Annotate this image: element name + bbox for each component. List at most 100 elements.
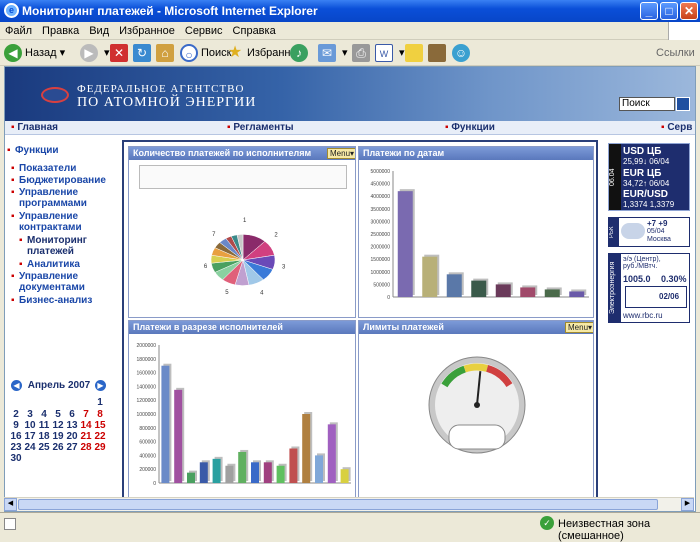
scroll-right-icon[interactable]: ▶ xyxy=(681,498,694,511)
back-button[interactable]: ◀ Назад ▾ xyxy=(4,43,65,63)
scroll-thumb[interactable] xyxy=(18,499,658,510)
rbc-widgets: 06.04 USD ЦБ 25,99↓ 06/04 EUR ЦБ 34,72↑ … xyxy=(608,143,694,509)
pie-label: 1 xyxy=(243,218,247,224)
web-page: ФЕДЕРАЛЬНОЕ АГЕНТСТВО ПО АТОМНОЙ ЭНЕРГИИ… xyxy=(4,66,696,512)
calendar-day[interactable]: 25 xyxy=(37,442,51,453)
horizontal-scrollbar[interactable]: ◀ ▶ xyxy=(4,497,694,511)
research-button[interactable] xyxy=(428,43,449,63)
panel-menu-button[interactable]: Menu▾ xyxy=(565,322,593,333)
calendar-day[interactable]: 26 xyxy=(51,442,65,453)
calendar-day[interactable]: 5 xyxy=(51,409,65,420)
sidebar-item-budgeting[interactable]: Бюджетирование xyxy=(11,175,106,186)
calendar-day[interactable]: 8 xyxy=(93,409,107,420)
calendar-day[interactable]: 29 xyxy=(93,442,107,453)
pie-chart: 1 2 3 4 5 6 7 xyxy=(204,218,286,296)
nav-services[interactable]: Серв xyxy=(661,122,692,133)
menu-tools[interactable]: Сервис xyxy=(180,22,228,37)
calendar-day[interactable]: 27 xyxy=(65,442,79,453)
calendar-day[interactable]: 14 xyxy=(79,420,93,431)
mail-button[interactable]: ✉ ▾ xyxy=(318,43,348,63)
menu-help[interactable]: Справка xyxy=(228,22,281,37)
calendar-day[interactable]: 30 xyxy=(9,453,23,464)
y-tick-label: 2000000 xyxy=(137,343,157,349)
calendar-day[interactable]: 12 xyxy=(51,420,65,431)
sidebar-item-programs[interactable]: Управление программами xyxy=(11,187,109,209)
calendar-day[interactable]: 16 xyxy=(9,431,23,442)
close-button[interactable]: ✕ xyxy=(680,2,698,20)
nav-home[interactable]: Главная xyxy=(11,122,58,133)
calendar-day[interactable]: 24 xyxy=(23,442,37,453)
calendar-day[interactable]: 20 xyxy=(65,431,79,442)
calendar-day[interactable]: 9 xyxy=(9,420,23,431)
sidebar-heading[interactable]: Функции xyxy=(7,145,59,156)
search-button[interactable]: ○ Поиск xyxy=(180,43,231,63)
home-button[interactable]: ⌂ xyxy=(156,43,177,63)
calendar-day[interactable]: 17 xyxy=(23,431,37,442)
sidebar-item-contracts[interactable]: Управление контрактами xyxy=(11,211,109,233)
calendar-day[interactable]: 21 xyxy=(79,431,93,442)
sidebar-item-bi[interactable]: Бизнес-анализ xyxy=(11,295,92,306)
links-button[interactable]: Ссылки xyxy=(656,43,695,63)
calendar-day[interactable]: 11 xyxy=(37,420,51,431)
rbc-link[interactable]: www.rbc.ru xyxy=(623,311,663,320)
notes-icon xyxy=(405,44,423,63)
calendar-next-icon[interactable]: ▶ xyxy=(95,380,106,391)
menu-edit[interactable]: Правка xyxy=(37,22,84,37)
site-search-input[interactable]: Поиск xyxy=(619,97,675,111)
calendar-day[interactable]: 7 xyxy=(79,409,93,420)
y-tick-label: 4500000 xyxy=(371,182,391,188)
bar xyxy=(495,284,511,297)
calendar-day[interactable]: 1 xyxy=(93,397,107,408)
sidebar-item-documents[interactable]: Управление документами xyxy=(11,271,109,293)
scroll-left-icon[interactable]: ◀ xyxy=(4,498,17,511)
forward-arrow-icon: ▶ xyxy=(80,44,98,63)
nav-regulations[interactable]: Регламенты xyxy=(227,122,293,133)
minimize-button[interactable]: _ xyxy=(640,2,658,20)
bar xyxy=(263,462,272,483)
eur-label: EUR ЦБ xyxy=(623,168,662,179)
messenger-button[interactable]: ☺ xyxy=(452,43,473,63)
bar xyxy=(446,274,462,297)
top-navigation: Главная Регламенты Функции Серв xyxy=(5,121,695,135)
calendar-day[interactable]: 2 xyxy=(9,409,23,420)
sidebar-item-indicators[interactable]: Показатели xyxy=(11,163,76,174)
power-date: 02/06 xyxy=(659,292,680,301)
calendar-day[interactable]: 10 xyxy=(23,420,37,431)
calendar-day[interactable]: 3 xyxy=(23,409,37,420)
menu-view[interactable]: Вид xyxy=(84,22,114,37)
panel-menu-button[interactable]: Menu▾ xyxy=(327,148,355,159)
bar xyxy=(471,280,487,297)
nav-functions[interactable]: Функции xyxy=(445,122,495,133)
bar-chart-by-date: 5000000450000040000003500000300000025000… xyxy=(371,169,589,301)
panel-payments-by-date: Платежи по датам 5000000 4500000 4000000 35… xyxy=(358,146,594,318)
maximize-button[interactable]: □ xyxy=(660,2,678,20)
media-button[interactable]: ♪ xyxy=(290,43,311,63)
sidebar-item-payment-monitoring[interactable]: Мониторинг платежей xyxy=(19,235,89,257)
calendar-day[interactable]: 18 xyxy=(37,431,51,442)
word-button[interactable]: W ▾ xyxy=(375,43,405,63)
page-icon xyxy=(4,518,16,530)
print-button[interactable]: ⎙ xyxy=(352,43,373,63)
pie-label: 4 xyxy=(260,290,264,296)
forward-button[interactable]: ▶ ▾ xyxy=(80,43,110,63)
menu-favorites[interactable]: Избранное xyxy=(114,22,180,37)
y-tick-label: 0 xyxy=(387,295,390,301)
calendar-day[interactable]: 19 xyxy=(51,431,65,442)
calendar-day[interactable]: 13 xyxy=(65,420,79,431)
calendar-day[interactable]: 15 xyxy=(93,420,107,431)
sidebar-item-analytics[interactable]: Аналитика xyxy=(19,259,80,270)
calendar-day[interactable]: 28 xyxy=(79,442,93,453)
notes-button[interactable] xyxy=(405,43,426,63)
calendar-day[interactable]: 23 xyxy=(9,442,23,453)
calendar-day[interactable]: 6 xyxy=(65,409,79,420)
refresh-button[interactable]: ↻ xyxy=(133,43,154,63)
rbc-tag: РБК xyxy=(609,218,619,246)
power-value: 1005.0 xyxy=(623,274,651,284)
search-go-button[interactable] xyxy=(676,97,690,111)
stop-button[interactable]: ✕ xyxy=(110,43,131,63)
menu-file[interactable]: Файл xyxy=(0,22,37,37)
y-tick-label: 0 xyxy=(153,481,156,487)
agency-name-line1: ФЕДЕРАЛЬНОЕ АГЕНТСТВО xyxy=(77,83,245,95)
calendar-day[interactable]: 22 xyxy=(93,431,107,442)
calendar-day[interactable]: 4 xyxy=(37,409,51,420)
